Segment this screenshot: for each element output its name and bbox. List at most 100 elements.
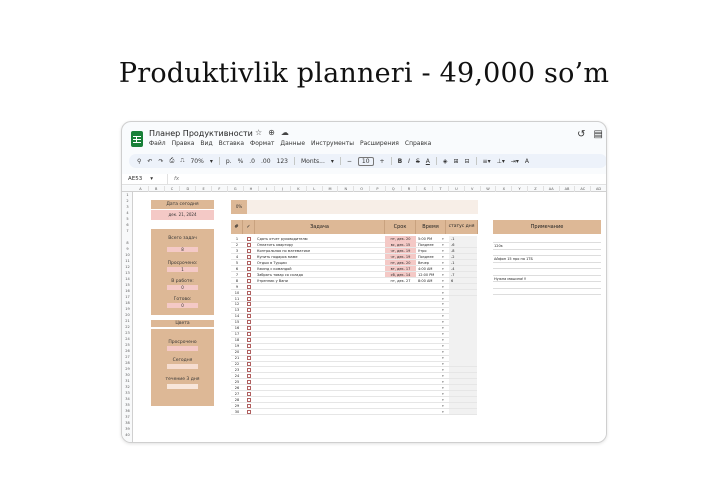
row-number[interactable]: 11 [122,259,133,263]
column-header[interactable]: AD [591,186,606,192]
row-number[interactable]: 35 [122,403,133,407]
column-header[interactable]: AB [560,186,576,192]
increase-decimal-button[interactable]: .00 [261,158,271,165]
today-date[interactable]: дек. 21, 2024 [151,210,214,220]
chevron-down-icon[interactable]: ▾ [331,158,334,165]
task-checkbox[interactable] [247,361,251,366]
note-text[interactable]: 120к [494,243,600,249]
name-box[interactable]: AE53 ▾ [122,174,168,184]
row-number[interactable]: 19 [122,307,133,311]
task-checkbox[interactable] [247,314,251,319]
column-header[interactable]: J [275,186,291,192]
font-select[interactable]: Monts... [301,158,325,165]
column-header[interactable]: V [465,186,481,192]
task-checkbox[interactable] [247,379,251,384]
task-checkbox[interactable] [247,296,251,301]
column-header[interactable]: G [228,186,244,192]
undo-icon[interactable]: ↶ [147,158,152,165]
row-number[interactable]: 23 [122,331,133,335]
row-number[interactable]: 37 [122,415,133,419]
column-header[interactable]: I [259,186,276,192]
row-number[interactable]: 3 [122,205,133,209]
task-checkbox[interactable] [247,260,251,265]
menu-item[interactable]: Расширения [360,140,399,147]
task-checkbox[interactable] [247,391,251,396]
row-number[interactable]: 38 [122,421,133,425]
row-number[interactable]: 21 [122,319,133,323]
paint-format-icon[interactable]: ⎍ [180,157,184,165]
row-number[interactable]: 39 [122,427,133,431]
column-header[interactable]: E [196,186,212,192]
row-number[interactable]: 8 [122,241,133,245]
task-checkbox[interactable] [247,385,251,390]
task-checkbox[interactable] [247,254,251,259]
zoom-select[interactable]: 70% [190,158,203,165]
row-number[interactable]: 4 [122,211,133,215]
column-header[interactable]: AC [575,186,592,192]
row-number[interactable]: 34 [122,397,133,401]
spreadsheet-grid[interactable]: A B C D E F G H I J K L M N O P Q R S T U V W X Y Z AA AB AC AD 12345… [122,186,606,442]
font-size-input[interactable]: 10 [357,156,374,166]
percent-format-button[interactable]: % [238,158,244,165]
comments-icon[interactable]: ▤ [594,129,603,140]
menu-item[interactable]: Файл [149,140,166,147]
cloud-status-icon[interactable]: ☁ [281,128,289,137]
column-header[interactable]: Q [386,186,402,192]
row-number[interactable]: 18 [122,301,133,305]
text-rotate-icon[interactable]: A [525,158,529,165]
align-icon[interactable]: ≡▾ [483,158,491,165]
bold-button[interactable]: B [398,158,403,165]
column-header[interactable]: C [165,186,181,192]
row-number[interactable]: 12 [122,265,133,269]
task-checkbox[interactable] [247,284,251,289]
task-checkbox[interactable] [247,320,251,325]
task-checkbox[interactable] [247,367,251,372]
text-wrap-icon[interactable]: ⇥▾ [511,158,519,165]
row-number[interactable]: 16 [122,289,133,293]
row-number[interactable]: 5 [122,217,133,221]
row-number[interactable]: 32 [122,385,133,389]
row-number[interactable]: 14 [122,277,133,281]
row-number[interactable]: 10 [122,253,133,257]
print-icon[interactable]: ⎙ [169,157,174,165]
task-checkbox[interactable] [247,248,251,253]
column-header[interactable]: D [180,186,197,192]
row-number[interactable]: 6 [122,223,133,227]
column-header[interactable]: S [417,186,434,192]
menu-item[interactable]: Вставка [219,140,244,147]
menu-item[interactable]: Справка [405,140,431,147]
column-header[interactable]: F [212,186,228,192]
task-checkbox[interactable] [247,278,251,283]
column-header[interactable]: R [402,186,418,192]
column-header[interactable]: M [323,186,339,192]
chevron-down-icon[interactable]: ▾ [210,158,213,165]
row-number[interactable]: 36 [122,409,133,413]
task-checkbox[interactable] [247,308,251,313]
task-checkbox[interactable] [247,338,251,343]
chevron-down-icon[interactable]: ▾ [150,176,153,182]
merge-cells-icon[interactable]: ⊟ [465,158,470,165]
row-number[interactable]: 25 [122,343,133,347]
task-checkbox[interactable] [247,332,251,337]
task-checkbox[interactable] [247,397,251,402]
menu-item[interactable]: Правка [172,140,195,147]
menu-item[interactable]: Данные [280,140,305,147]
row-number[interactable]: 24 [122,337,133,341]
row-number[interactable]: 1 [122,193,133,197]
row-number[interactable]: 2 [122,199,133,203]
menu-item[interactable]: Инструменты [311,140,354,147]
column-header[interactable]: AA [544,186,560,192]
row-number[interactable]: 22 [122,325,133,329]
column-header[interactable]: T [433,186,449,192]
italic-button[interactable]: I [408,158,410,165]
history-icon[interactable]: ↺ [577,129,585,140]
borders-icon[interactable]: ⊞ [453,158,458,165]
move-folder-icon[interactable]: ⊕ [268,128,275,137]
column-header[interactable]: O [354,186,370,192]
font-size-decrease-button[interactable]: − [347,158,352,165]
sheets-logo-icon[interactable] [131,131,143,147]
row-number[interactable]: 20 [122,313,133,317]
text-color-button[interactable]: A [426,158,430,165]
task-checkbox[interactable] [247,290,251,295]
row-number[interactable]: 30 [122,373,133,377]
